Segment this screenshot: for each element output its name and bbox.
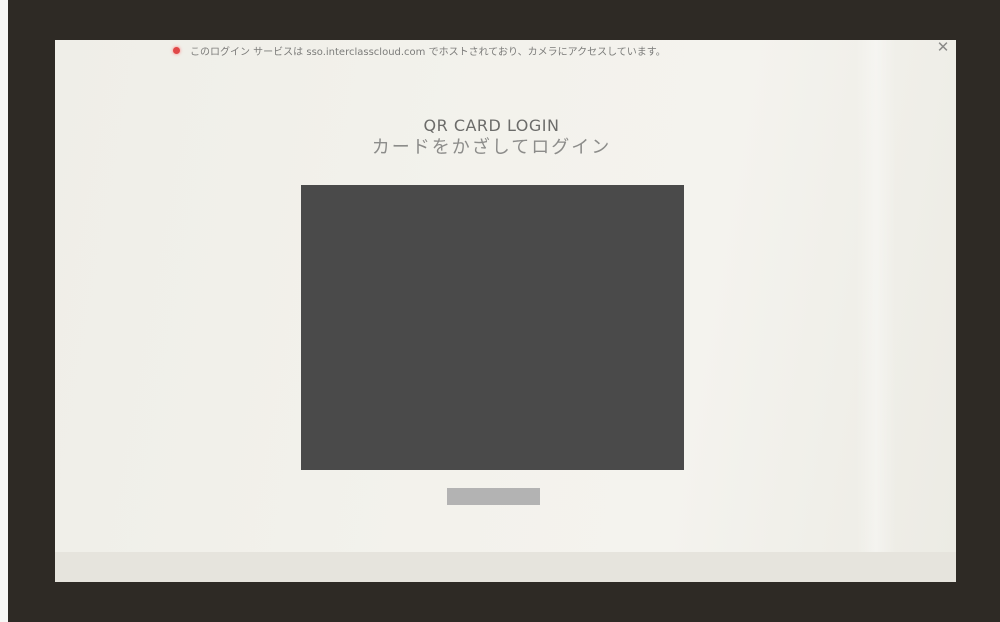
close-button[interactable]: ✕	[935, 40, 951, 55]
camera-preview	[301, 185, 684, 470]
page-subtitle: カードをかざしてログイン	[371, 137, 612, 158]
bottom-band	[55, 552, 956, 582]
background-edge	[0, 0, 8, 622]
camera-access-notice: このログイン サービスは sso.interclasscloud.com でホス…	[173, 42, 666, 58]
notice-text: このログイン サービスは sso.interclasscloud.com でホス…	[190, 46, 666, 58]
photo-frame: このログイン サービスは sso.interclasscloud.com でホス…	[0, 0, 1000, 622]
recording-indicator-icon	[173, 46, 180, 54]
page-title: QR CARD LOGIN	[423, 116, 560, 135]
title-block: QR CARD LOGIN カードをかざしてログイン	[55, 115, 928, 159]
action-button[interactable]	[447, 488, 540, 505]
login-screen: このログイン サービスは sso.interclasscloud.com でホス…	[55, 40, 956, 582]
